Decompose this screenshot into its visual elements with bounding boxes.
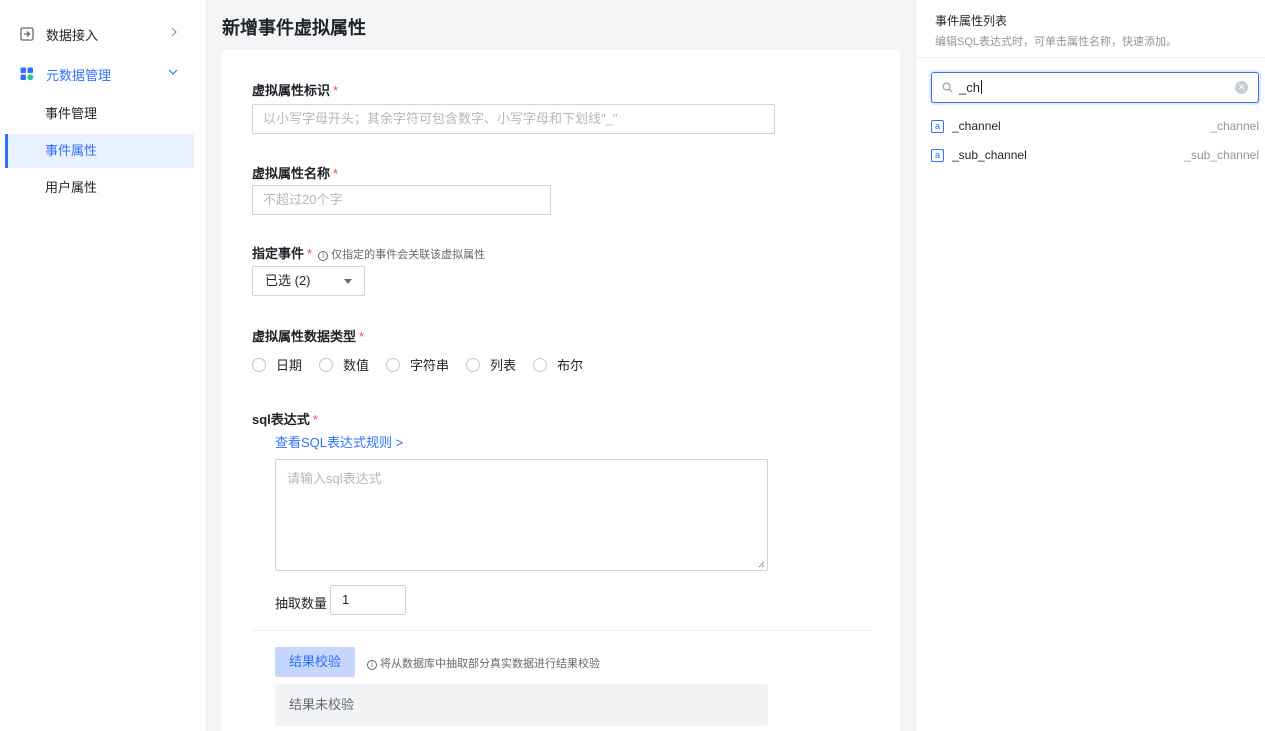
metadata-icon	[20, 67, 34, 81]
radio-circle[interactable]	[533, 357, 548, 372]
radio-label: 日期	[276, 358, 303, 373]
resize-handle-icon[interactable]	[757, 560, 765, 568]
radio-label: 布尔	[557, 358, 584, 373]
radio-circle[interactable]	[319, 357, 334, 372]
chevron-down-icon	[168, 67, 178, 79]
identifier-placeholder: 以小写字母开头；其余字符可包含数字、小写字母和下划线"_"	[263, 111, 618, 126]
property-item[interactable]: a _sub_channel _sub_channel	[931, 144, 1259, 166]
name-placeholder: 不超过20个字	[263, 192, 343, 207]
sample-label: 抽取数量	[275, 596, 328, 611]
required-mark: *	[312, 412, 318, 427]
radio-circle[interactable]	[252, 357, 266, 372]
name-label-text: 虚拟属性名称	[252, 166, 331, 181]
sql-rules-link[interactable]: 查看SQL表达式规则 >	[275, 432, 403, 451]
name-input[interactable]: 不超过20个字	[252, 185, 551, 215]
nav-group-label: 数据接入	[46, 27, 99, 43]
sql-placeholder: 请输入sql表达式	[287, 471, 382, 486]
property-search-input[interactable]: _ch ✕	[931, 72, 1259, 103]
property-name: _sub_channel	[952, 148, 1027, 162]
sql-textarea[interactable]: 请输入sql表达式	[275, 459, 768, 571]
property-id: _sub_channel	[1184, 148, 1259, 162]
event-select[interactable]: 已选 (2)	[252, 266, 365, 296]
nav-group-metadata[interactable]: 元数据管理	[0, 54, 206, 94]
search-icon	[942, 82, 953, 93]
info-icon: i	[367, 660, 377, 670]
event-select-value: 已选 (2)	[265, 273, 311, 288]
property-list-panel: 事件属性列表 编辑SQL表达式时，可单击属性名称，快速添加。 _ch ✕ a _…	[915, 0, 1265, 731]
attribute-type-icon: a	[931, 119, 944, 133]
event-label: 指定事件 * i 仅指定的事件会关联该虚拟属性	[252, 243, 485, 262]
event-label-text: 指定事件	[252, 246, 305, 261]
sidebar-item-event-properties[interactable]: 事件属性	[5, 134, 194, 168]
page-title: 新增事件虚拟属性	[222, 18, 366, 38]
divider	[252, 630, 870, 631]
radio-label: 数值	[343, 358, 370, 373]
radio-number[interactable]: 数值	[319, 355, 369, 374]
form-card: 虚拟属性标识 * 以小写字母开头；其余字符可包含数字、小写字母和下划线"_" 虚拟…	[222, 50, 900, 731]
identifier-input[interactable]: 以小写字母开头；其余字符可包含数字、小写字母和下划线"_"	[252, 104, 775, 134]
required-mark: *	[307, 246, 313, 261]
sample-value: 1	[342, 592, 350, 607]
nav-group-data-access[interactable]: 数据接入	[0, 14, 206, 54]
property-item[interactable]: a _channel _channel	[931, 115, 1259, 137]
radio-circle[interactable]	[386, 357, 401, 372]
chevron-right-icon	[170, 27, 178, 40]
attribute-type-icon: a	[931, 148, 944, 162]
main-content: 新增事件虚拟属性 虚拟属性标识 * 以小写字母开头；其余字符可包含数字、小写字母和…	[208, 0, 915, 731]
datatype-label: 虚拟属性数据类型 *	[252, 326, 364, 345]
event-hint-text: 仅指定的事件会关联该虚拟属性	[331, 249, 486, 261]
divider	[916, 57, 1265, 58]
sql-label-text: sql表达式	[252, 412, 310, 427]
radio-circle[interactable]	[466, 357, 481, 372]
required-mark: *	[333, 166, 339, 181]
required-mark: *	[333, 83, 339, 98]
datatype-radio-group: 日期 数值 字符串 列表 布尔	[252, 355, 600, 374]
verify-result: 结果未校验	[275, 684, 768, 726]
radio-string[interactable]: 字符串	[386, 355, 449, 374]
datatype-label-text: 虚拟属性数据类型	[252, 329, 357, 344]
info-icon: i	[318, 251, 329, 261]
verify-hint-text: 将从数据库中抽取部分真实数据进行结果校验	[380, 658, 600, 670]
name-label: 虚拟属性名称 *	[252, 163, 338, 182]
sidebar-item-user-properties[interactable]: 用户属性	[0, 171, 194, 205]
panel-title: 事件属性列表	[935, 14, 1008, 28]
panel-subtitle: 编辑SQL表达式时，可单击属性名称，快速添加。	[935, 36, 1178, 48]
radio-boolean[interactable]: 布尔	[533, 355, 583, 374]
nav-group-label: 元数据管理	[46, 67, 112, 83]
radio-label: 字符串	[410, 358, 450, 373]
identifier-label: 虚拟属性标识 *	[252, 80, 338, 99]
verify-button[interactable]: 结果校验	[275, 647, 356, 677]
search-value: _ch	[959, 80, 1235, 95]
caret-down-icon	[344, 278, 352, 284]
property-id: _channel	[1210, 119, 1259, 133]
sample-input[interactable]: 1	[330, 585, 406, 615]
event-hint: i 仅指定的事件会关联该虚拟属性	[318, 249, 485, 261]
property-name: _channel	[952, 119, 1001, 133]
sql-label: sql表达式 *	[252, 409, 318, 428]
identifier-label-text: 虚拟属性标识	[252, 83, 331, 98]
sidebar: 数据接入 元数据管理 事件管理 事件属性 用户属性	[0, 0, 207, 731]
radio-date[interactable]: 日期	[252, 355, 302, 374]
required-mark: *	[359, 329, 365, 344]
login-icon	[20, 27, 34, 41]
verify-hint: i 将从数据库中抽取部分真实数据进行结果校验	[367, 655, 600, 671]
radio-label: 列表	[490, 358, 517, 373]
clear-icon[interactable]: ✕	[1235, 81, 1248, 94]
radio-list[interactable]: 列表	[466, 355, 516, 374]
sidebar-item-event-management[interactable]: 事件管理	[0, 97, 194, 131]
